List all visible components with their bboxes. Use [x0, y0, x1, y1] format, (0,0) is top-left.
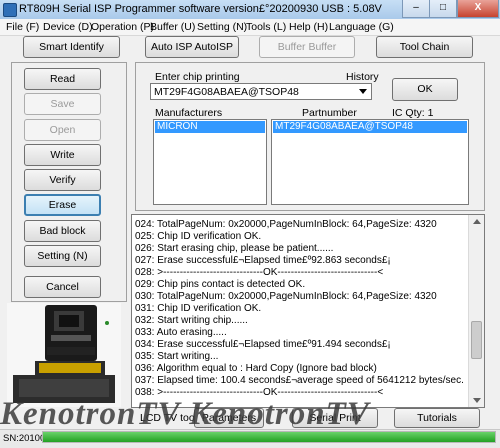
log-line: 034: Erase successful£¬Elapsed time£º91.… — [135, 339, 391, 350]
cancel-button[interactable]: Cancel — [24, 276, 101, 298]
maximize-button[interactable]: □ — [429, 0, 457, 18]
save-button[interactable]: Save — [24, 93, 101, 115]
log-line: 027: Erase successful£¬Elapsed time£º92.… — [135, 255, 391, 266]
erase-button[interactable]: Erase — [24, 194, 101, 216]
log-line: 031: Chip ID verification OK. — [135, 303, 262, 314]
ok-button[interactable]: OK — [392, 78, 458, 101]
log-line: 037: Elapsed time: 100.4 seconds£¬averag… — [135, 375, 464, 386]
chip-history-select[interactable]: MT29F4G08ABAEA@TSOP48 — [150, 83, 372, 100]
log-line: 024: TotalPageNum: 0x20000,PageNumInBloc… — [135, 219, 437, 230]
menu-device[interactable]: Device (D) — [43, 21, 93, 33]
menu-file[interactable]: File (F) — [6, 21, 39, 33]
ic-qty-label: IC Qty: 1 — [392, 107, 434, 119]
menu-operation[interactable]: Operation (P) — [91, 21, 154, 33]
list-item[interactable]: MICRON — [155, 121, 265, 133]
partnumber-list[interactable]: MT29F4G08ABAEA@TSOP48 — [271, 119, 469, 205]
list-item[interactable]: MT29F4G08ABAEA@TSOP48 — [273, 121, 467, 133]
partnumber-label: Partnumber — [302, 107, 357, 119]
log-line: 029: Chip pins contact is detected OK. — [135, 279, 306, 290]
log-line: 026: Start erasing chip, please be patie… — [135, 243, 334, 254]
bad-block-detect-button[interactable]: Bad block detect — [24, 220, 101, 257]
tool-chain-button[interactable]: Tool Chain Toolchain — [376, 36, 473, 73]
auto-isp-button[interactable]: Auto ISP AutoISP — [145, 36, 239, 58]
log-scrollbar[interactable] — [468, 215, 484, 407]
scroll-up-icon[interactable] — [473, 219, 481, 224]
chip-history-value: MT29F4G08ABAEA@TSOP48 — [154, 86, 299, 98]
log-line: 032: Start writing chip...... — [135, 315, 248, 326]
read-button[interactable]: Read — [24, 68, 101, 90]
programmer-device-image — [7, 303, 121, 407]
app-icon — [3, 3, 17, 17]
log-line: 030: TotalPageNum: 0x20000,PageNumInBloc… — [135, 291, 437, 302]
log-line: 025: Chip ID verification OK. — [135, 231, 262, 242]
menu-language[interactable]: Language (G) — [329, 21, 394, 33]
menu-setting[interactable]: Setting (N) — [197, 21, 247, 33]
buffer-button[interactable]: Buffer Buffer — [259, 36, 355, 58]
menu-help[interactable]: Help (H) — [289, 21, 328, 33]
log-line: 028: >------------------------------OK--… — [135, 267, 384, 278]
enter-chip-label: Enter chip printing — [155, 71, 240, 83]
window-title: RT809H Serial ISP Programmer software ve… — [19, 3, 382, 15]
title-bar: RT809H Serial ISP Programmer software ve… — [0, 0, 500, 20]
manufacturers-list[interactable]: MICRON — [153, 119, 267, 205]
log-line: 036: Algorithm equal to : Hard Copy (Ign… — [135, 363, 377, 374]
smart-identify-button[interactable]: Smart Identify SmartID — [23, 36, 120, 73]
scrollbar-thumb[interactable] — [471, 321, 482, 359]
manufacturers-label: Manufacturers — [155, 107, 223, 119]
verify-button[interactable]: Verify — [24, 169, 101, 191]
menu-bar: File (F) Device (D) Operation (P) Buffer… — [0, 19, 500, 36]
watermark: KenotronTV KenotronTV — [0, 396, 370, 432]
setting-button[interactable]: Setting (N) — [24, 245, 101, 267]
open-button[interactable]: Open — [24, 119, 101, 141]
chevron-down-icon — [359, 89, 367, 94]
log-line: 035: Start writing... — [135, 351, 219, 362]
log-output[interactable]: 024: TotalPageNum: 0x20000,PageNumInBloc… — [131, 214, 485, 408]
history-label: History — [346, 71, 379, 83]
write-button[interactable]: Write — [24, 144, 101, 166]
close-button[interactable]: X — [457, 0, 499, 18]
programmer-illustration — [7, 303, 121, 407]
menu-buffer[interactable]: Buffer (U) — [150, 21, 195, 33]
minimize-button[interactable]: – — [402, 0, 430, 18]
menu-tools[interactable]: Tools (L) — [246, 21, 286, 33]
log-line: 033: Auto erasing..... — [135, 327, 227, 338]
